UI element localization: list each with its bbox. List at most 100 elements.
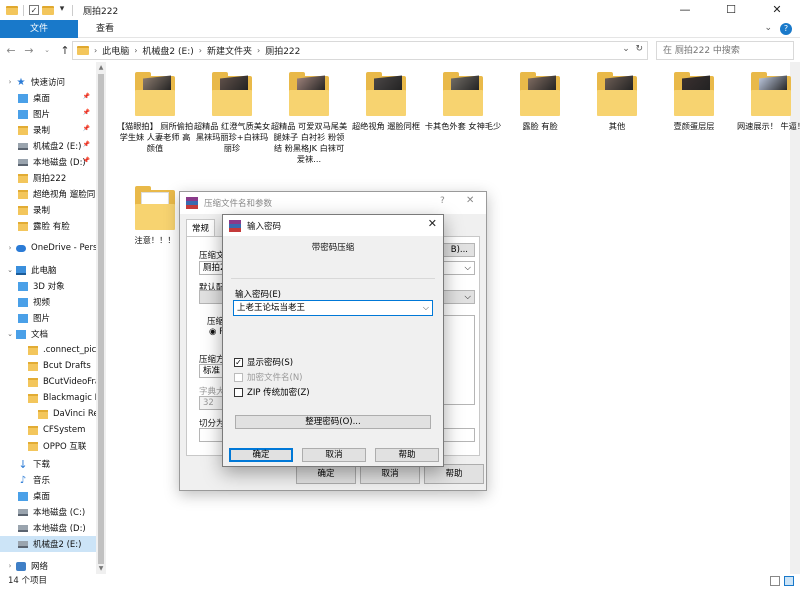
item-count: 14 个项目 bbox=[8, 576, 48, 586]
details-view-icon[interactable] bbox=[770, 576, 780, 586]
ok-button[interactable]: 确定 bbox=[229, 448, 293, 462]
sidebar-item[interactable]: 视频 bbox=[0, 294, 96, 310]
breadcrumb-new-folder[interactable]: 新建文件夹 bbox=[207, 44, 252, 57]
sidebar-item[interactable]: ♪ 音乐 bbox=[0, 472, 96, 488]
breadcrumb-this-pc[interactable]: 此电脑 bbox=[102, 44, 129, 57]
nav-scrollbar[interactable]: ▲ ▼ bbox=[96, 62, 106, 574]
show-password-checkbox[interactable]: ✓ 显示密码(S) bbox=[234, 356, 293, 368]
folder-icon bbox=[18, 173, 28, 183]
ribbon-expand-icon[interactable]: ⌄ bbox=[764, 23, 772, 35]
zip-legacy-checkbox[interactable]: ZIP 传统加密(Z) bbox=[234, 386, 310, 398]
minimize-button[interactable]: — bbox=[662, 0, 708, 20]
sidebar-item[interactable]: 图片 bbox=[0, 310, 96, 326]
sidebar-item[interactable]: 录制 📌 bbox=[0, 122, 96, 138]
sidebar-item[interactable]: 桌面 bbox=[0, 488, 96, 504]
sidebar-item[interactable]: DaVinci Reso bbox=[0, 406, 96, 422]
sidebar-item[interactable]: BCutVideoFra bbox=[0, 374, 96, 390]
content-scrollbar[interactable] bbox=[790, 62, 800, 574]
customize-chevron-icon[interactable]: ▾ bbox=[57, 5, 67, 15]
folder-item[interactable]: 网速展示！ 牛逼！ bbox=[732, 72, 800, 132]
checkbox-box[interactable] bbox=[234, 372, 243, 382]
chevron-down-icon[interactable]: ⌵ bbox=[423, 301, 429, 315]
back-arrow-icon[interactable]: ← bbox=[4, 44, 18, 57]
sidebar-item[interactable]: 3D 对象 bbox=[0, 278, 96, 294]
network-icon bbox=[16, 561, 26, 571]
help-button[interactable]: 帮助 bbox=[375, 448, 439, 462]
sidebar-item[interactable]: 超绝视角 遛脸同 bbox=[0, 186, 96, 202]
scrollbar-thumb[interactable] bbox=[98, 74, 104, 564]
sidebar-item[interactable]: 录制 bbox=[0, 202, 96, 218]
tab-view[interactable]: 查看 bbox=[84, 20, 126, 37]
sidebar-item[interactable]: 机械盘2 (E:) bbox=[0, 536, 96, 552]
large-icons-view-icon[interactable] bbox=[784, 576, 794, 586]
sidebar-item[interactable]: ⌄ 文档 bbox=[0, 326, 96, 342]
sidebar-item[interactable]: 厕拍222 bbox=[0, 170, 96, 186]
encrypt-filenames-checkbox[interactable]: 加密文件名(N) bbox=[234, 371, 303, 383]
sidebar-item[interactable]: CFSystem bbox=[0, 422, 96, 438]
up-arrow-icon[interactable]: ↑ bbox=[58, 44, 72, 57]
ok-button[interactable]: 确定 bbox=[296, 464, 356, 484]
chevron-icon[interactable]: ⌄ bbox=[6, 330, 14, 338]
cancel-button[interactable]: 取消 bbox=[302, 448, 366, 462]
sidebar-item[interactable]: OPPO 互联 bbox=[0, 438, 96, 454]
folder-item[interactable]: 露脸 有脸 bbox=[501, 72, 579, 132]
drive-icon bbox=[18, 524, 28, 532]
sidebar-item[interactable]: 图片 📌 bbox=[0, 106, 96, 122]
sidebar-item[interactable]: › OneDrive - Perso bbox=[0, 240, 96, 256]
sidebar-item[interactable]: Bcut Drafts bbox=[0, 358, 96, 374]
folder-item[interactable]: 超精品 可爱双马尾美腿妹子 白衬衫 粉领结 粉黑格JK 白袜可爱袜... bbox=[270, 72, 348, 165]
password-input[interactable]: 上老王论坛当老王 ⌵ bbox=[233, 300, 433, 316]
maximize-button[interactable]: ☐ bbox=[708, 0, 754, 20]
sidebar-item[interactable]: 露脸 有脸 bbox=[0, 218, 96, 234]
cancel-button[interactable]: 取消 bbox=[360, 464, 420, 484]
folder-item[interactable]: 壹颜蛋层层 bbox=[655, 72, 733, 132]
archive-name-label: 压缩文 bbox=[199, 251, 225, 261]
address-bar[interactable]: › 此电脑 › 机械盘2 (E:) › 新建文件夹 › 厕拍222 ⌄ ↻ bbox=[72, 41, 648, 60]
tab-general[interactable]: 常规 bbox=[186, 219, 216, 236]
download-icon: ↓ bbox=[18, 457, 28, 471]
help-icon[interactable]: ? bbox=[440, 196, 445, 206]
pin-icon: 📌 bbox=[82, 109, 90, 116]
close-icon[interactable]: ✕ bbox=[466, 195, 474, 206]
sidebar-item[interactable]: › 网络 bbox=[0, 558, 96, 574]
sidebar-item[interactable]: 本地磁盘 (C:) bbox=[0, 504, 96, 520]
drive-icon bbox=[18, 158, 28, 166]
chevron-icon[interactable]: › bbox=[6, 78, 14, 86]
forward-arrow-icon[interactable]: → bbox=[22, 44, 36, 57]
sidebar-item[interactable]: ⌄ 此电脑 bbox=[0, 262, 96, 278]
breadcrumb-current[interactable]: 厕拍222 bbox=[265, 44, 300, 57]
folder-item[interactable]: 【猫眼拍】 厕所偷拍学生妹 人妻老师 高颜值 bbox=[116, 72, 194, 154]
search-input[interactable] bbox=[656, 41, 794, 60]
help-button[interactable]: 帮助 bbox=[424, 464, 484, 484]
new-folder-icon[interactable] bbox=[42, 5, 54, 15]
sidebar-item[interactable]: 桌面 📌 bbox=[0, 90, 96, 106]
window-title-bar: ✓ ▾ 厕拍222 — ☐ ✕ bbox=[0, 0, 800, 20]
checkbox-box[interactable]: ✓ bbox=[234, 357, 243, 367]
sidebar-item[interactable]: › ★ 快速访问 bbox=[0, 74, 96, 90]
organize-passwords-button[interactable]: 整理密码(O)... bbox=[235, 415, 431, 429]
folder-item[interactable]: 其他 bbox=[578, 72, 656, 132]
close-button[interactable]: ✕ bbox=[754, 0, 800, 20]
sidebar-item[interactable]: 本地磁盘 (D:) 📌 bbox=[0, 154, 96, 170]
sidebar-item[interactable]: 机械盘2 (E:) 📌 bbox=[0, 138, 96, 154]
chevron-icon[interactable]: ⌄ bbox=[6, 266, 14, 274]
sidebar-item[interactable]: .connect_pic bbox=[0, 342, 96, 358]
sidebar-item[interactable]: ↓ 下载 bbox=[0, 456, 96, 472]
folder-item[interactable]: 超绝视角 遛脸同框 bbox=[347, 72, 425, 132]
sidebar-item-label: OPPO 互联 bbox=[43, 442, 87, 452]
properties-icon[interactable]: ✓ bbox=[29, 5, 39, 15]
close-icon[interactable]: ✕ bbox=[428, 217, 437, 230]
checkbox-box[interactable] bbox=[234, 387, 243, 397]
folder-item[interactable]: 卡其色外套 女神毛少 bbox=[424, 72, 502, 132]
address-dropdown-icon[interactable]: ⌄ ↻ bbox=[622, 44, 643, 54]
recent-locations-icon[interactable]: ⌄ bbox=[40, 46, 54, 54]
chevron-icon[interactable]: › bbox=[6, 244, 14, 252]
sidebar-item[interactable]: Blackmagic D bbox=[0, 390, 96, 406]
breadcrumb-drive[interactable]: 机械盘2 (E:) bbox=[142, 44, 193, 57]
help-icon[interactable]: ? bbox=[780, 23, 792, 35]
sidebar-item[interactable]: 本地磁盘 (D:) bbox=[0, 520, 96, 536]
tab-file[interactable]: 文件 bbox=[0, 20, 78, 38]
folder-item[interactable]: 超精品 红澄气质美女 黑袜玛丽珍+白袜玛丽珍 bbox=[193, 72, 271, 154]
sidebar-item-label: 视频 bbox=[33, 298, 51, 308]
chevron-icon[interactable]: › bbox=[6, 562, 14, 570]
